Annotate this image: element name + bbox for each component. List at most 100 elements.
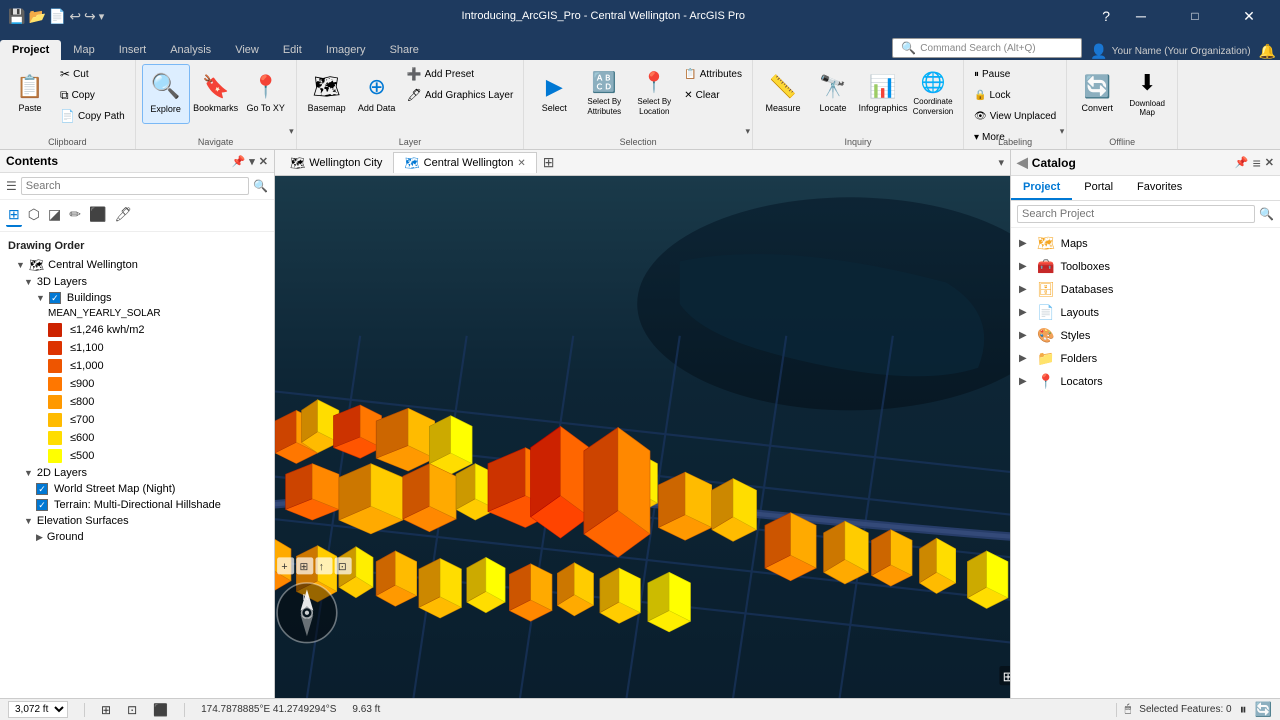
copy-path-button[interactable]: 📄 Copy Path (56, 106, 129, 126)
refresh-map-icon[interactable]: 🔄 (1255, 701, 1272, 718)
tab-share[interactable]: Share (378, 40, 431, 60)
tab-view[interactable]: View (223, 40, 271, 60)
lock-button[interactable]: 🔒 Lock (970, 85, 1060, 105)
contents-close-icon[interactable]: ✕ (259, 155, 268, 168)
tree-item-central-wellington[interactable]: ▼ 🗺 Central Wellington (0, 256, 274, 274)
paste-button[interactable]: 📋 Paste (6, 64, 54, 124)
catalog-item-locators[interactable]: ▶ 📍 Locators (1011, 370, 1280, 393)
map-tab-central-wellington[interactable]: 🗺 Central Wellington ✕ (393, 152, 536, 173)
convert-button[interactable]: 🔄 Convert (1073, 64, 1121, 124)
navigate-expand-icon[interactable]: ▾ (289, 126, 294, 137)
catalog-item-layouts[interactable]: ▶ 📄 Layouts (1011, 301, 1280, 324)
redo-icon[interactable]: ↪ (84, 8, 96, 25)
filter-feature-icon[interactable]: ⬡ (26, 204, 42, 227)
labeling-expand-icon[interactable]: ▾ (1060, 126, 1065, 137)
close-button[interactable]: ✕ (1226, 0, 1272, 32)
add-graphics-layer-button[interactable]: 🖊 Add Graphics Layer (403, 85, 518, 105)
nav-control-icon-3[interactable]: ⬛ (153, 703, 168, 717)
catalog-tab-project[interactable]: Project (1011, 176, 1072, 200)
save-icon[interactable]: 💾 (8, 8, 25, 25)
checkbox-terrain[interactable]: ✓ (36, 499, 48, 511)
tab-analysis[interactable]: Analysis (158, 40, 223, 60)
cut-button[interactable]: ✂ Cut (56, 64, 129, 84)
filter-all-icon[interactable]: ⊞ (6, 204, 22, 227)
ribbon-group-inquiry: 📏 Measure 🔭 Locate 📊 Infographics 🌐 Coor… (753, 60, 964, 149)
catalog-auto-hide-icon[interactable]: 📌 (1235, 156, 1249, 169)
user-area[interactable]: 👤 Your Name (Your Organization) (1090, 43, 1250, 60)
infographics-button[interactable]: 📊 Infographics (859, 64, 907, 124)
catalog-search-icon[interactable]: 🔍 (1259, 207, 1274, 221)
catalog-menu-icon[interactable]: ≡ (1253, 155, 1261, 171)
copy-button[interactable]: ⧉ Copy (56, 85, 129, 105)
filter-annotation-icon[interactable]: ✏ (67, 204, 83, 227)
select-button[interactable]: ▶ Select (530, 64, 578, 124)
tree-item-buildings[interactable]: ▼ ✓ Buildings (0, 290, 274, 306)
contents-auto-hide-icon[interactable]: 📌 (232, 155, 246, 168)
filter-utility-icon[interactable]: 🖊 (112, 204, 134, 227)
select-by-location-button[interactable]: 📍 Select ByLocation (630, 64, 678, 124)
new-icon[interactable]: 📄 (49, 8, 66, 25)
view-unplaced-button[interactable]: 👁 View Unplaced (970, 106, 1060, 126)
catalog-item-maps[interactable]: ▶ 🗺 Maps (1011, 232, 1280, 255)
filter-group-icon[interactable]: ⬛ (87, 204, 108, 227)
filter-raster-icon[interactable]: ◪ (46, 204, 63, 227)
add-preset-button[interactable]: ➕ Add Preset (403, 64, 518, 84)
contents-search-input[interactable] (21, 177, 249, 195)
open-icon[interactable]: 📂 (28, 8, 45, 25)
tree-label-world-street-map: World Street Map (Night) (54, 483, 175, 495)
go-to-xy-button[interactable]: 📍 Go To XY (242, 64, 290, 124)
tab-insert[interactable]: Insert (107, 40, 159, 60)
tab-project[interactable]: Project (0, 40, 61, 60)
cut-icon: ✂ (60, 67, 70, 81)
tree-item-world-street-map[interactable]: ✓ World Street Map (Night) (0, 481, 274, 497)
command-search-bar[interactable]: 🔍 Command Search (Alt+Q) (892, 38, 1082, 58)
nav-control-icon-1[interactable]: ⊞ (101, 703, 111, 717)
attributes-button[interactable]: 📋 Attributes (680, 64, 746, 84)
nav-control-icon-2[interactable]: ⊡ (127, 703, 137, 717)
tree-item-ground[interactable]: ▶ Ground (0, 529, 274, 545)
selection-expand-icon[interactable]: ▾ (745, 126, 750, 137)
new-map-tab-button[interactable]: ⊞ (537, 151, 561, 174)
tree-item-elevation-surfaces[interactable]: ▼ Elevation Surfaces (0, 513, 274, 529)
tree-item-2d-layers[interactable]: ▼ 2D Layers (0, 465, 274, 481)
tree-item-3d-layers[interactable]: ▼ 3D Layers (0, 274, 274, 290)
help-icon[interactable]: ? (1102, 8, 1110, 24)
minimize-button[interactable]: ─ (1118, 0, 1164, 32)
scale-dropdown[interactable]: 3,072 ft (8, 701, 68, 718)
tab-edit[interactable]: Edit (271, 40, 314, 60)
map-view[interactable]: N + ⊞ ↑ ⊡ ⊞ (275, 176, 1010, 698)
checkbox-buildings[interactable]: ✓ (49, 292, 61, 304)
catalog-search-input[interactable] (1017, 205, 1255, 223)
catalog-item-databases[interactable]: ▶ 🗄 Databases (1011, 278, 1280, 301)
basemap-button[interactable]: 🗺 Basemap (303, 64, 351, 124)
undo-icon[interactable]: ↩ (69, 8, 81, 25)
maximize-button[interactable]: □ (1172, 0, 1218, 32)
catalog-tab-portal[interactable]: Portal (1072, 176, 1125, 200)
contents-menu-icon[interactable]: ▾ (249, 155, 255, 168)
download-map-button[interactable]: ⬇ DownloadMap (1123, 64, 1171, 124)
explore-button[interactable]: 🔍 Explore (142, 64, 190, 124)
tab-imagery[interactable]: Imagery (314, 40, 378, 60)
coordinate-conversion-button[interactable]: 🌐 CoordinateConversion (909, 64, 957, 124)
notification-icon[interactable]: 🔔 (1259, 43, 1276, 60)
clear-button[interactable]: ✕ Clear (680, 85, 746, 105)
map-tab-wellington-city[interactable]: 🗺 Wellington City (279, 152, 393, 173)
contents-search-icon[interactable]: 🔍 (253, 179, 268, 193)
tab-map[interactable]: Map (61, 40, 106, 60)
catalog-item-toolboxes[interactable]: ▶ 🧰 Toolboxes (1011, 255, 1280, 278)
add-data-button[interactable]: ⊕ Add Data (353, 64, 401, 124)
catalog-item-styles[interactable]: ▶ 🎨 Styles (1011, 324, 1280, 347)
select-by-attributes-button[interactable]: 🔠 Select ByAttributes (580, 64, 628, 124)
bookmarks-button[interactable]: 🔖 Bookmarks (192, 64, 240, 124)
pause-map-icon[interactable]: ⏸ (1240, 701, 1247, 718)
central-wellington-tab-close-icon[interactable]: ✕ (517, 158, 525, 169)
pause-button[interactable]: ⏸ Pause (970, 64, 1060, 84)
catalog-close-icon[interactable]: ✕ (1265, 156, 1274, 169)
locate-button[interactable]: 🔭 Locate (809, 64, 857, 124)
catalog-tab-favorites[interactable]: Favorites (1125, 176, 1194, 200)
checkbox-world-street-map[interactable]: ✓ (36, 483, 48, 495)
tree-item-terrain[interactable]: ✓ Terrain: Multi-Directional Hillshade (0, 497, 274, 513)
catalog-item-folders[interactable]: ▶ 📁 Folders (1011, 347, 1280, 370)
status-bar: 3,072 ft ⊞ ⊡ ⬛ 174.7878885°E 41.2749294°… (0, 698, 1280, 720)
measure-button[interactable]: 📏 Measure (759, 64, 807, 124)
